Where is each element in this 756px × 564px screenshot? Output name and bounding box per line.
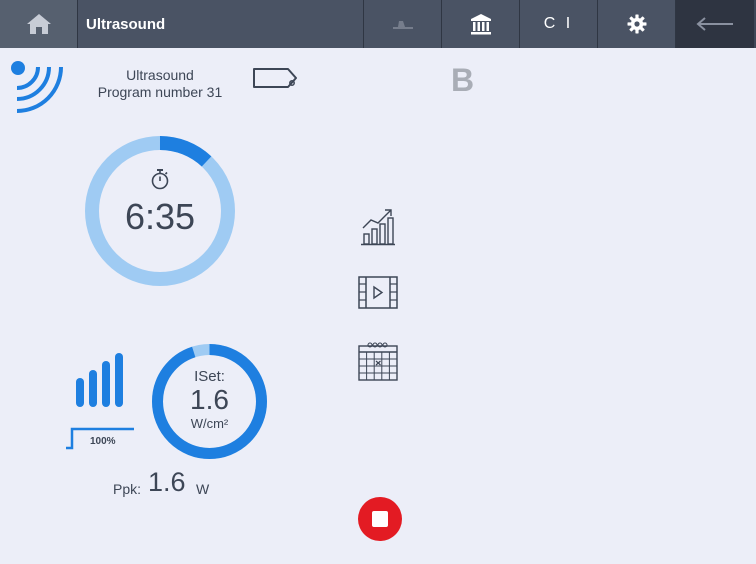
- intensity-value[interactable]: 1.6: [151, 384, 268, 416]
- page-title: Ultrasound: [78, 0, 363, 48]
- ci-button[interactable]: C I: [519, 0, 597, 48]
- stop-button[interactable]: [357, 496, 403, 542]
- applicator-button[interactable]: [363, 0, 441, 48]
- back-button[interactable]: [675, 0, 754, 48]
- timer-value[interactable]: 6:35: [85, 196, 235, 238]
- gear-icon: [627, 14, 646, 34]
- back-arrow-icon: [696, 17, 733, 31]
- stopwatch-icon: [151, 169, 169, 190]
- chart-icon[interactable]: [360, 206, 396, 246]
- stop-icon: [372, 511, 388, 527]
- home-button[interactable]: [0, 0, 78, 48]
- library-icon: [470, 14, 491, 35]
- calendar-icon[interactable]: [358, 342, 400, 382]
- program-number: Program number 31: [97, 84, 223, 100]
- applicator-icon: [392, 21, 413, 29]
- duty-cycle-value: 100%: [90, 436, 116, 447]
- peak-power-label: Ppk:: [113, 481, 142, 497]
- settings-button[interactable]: [597, 0, 675, 48]
- intensity-label: ISet:: [194, 368, 225, 385]
- library-button[interactable]: [441, 0, 519, 48]
- program-name: Ultrasound Program number 31: [80, 67, 240, 101]
- top-bar: Ultrasound C I: [0, 0, 756, 48]
- peak-power-unit: W: [196, 481, 210, 497]
- mode-indicator: B: [451, 62, 475, 98]
- ultrasound-waves-icon: [11, 61, 63, 113]
- program-type: Ultrasound: [126, 67, 194, 83]
- peak-power-value: 1.6: [148, 467, 186, 497]
- signal-level-icon[interactable]: [74, 352, 128, 408]
- home-icon: [26, 14, 51, 34]
- video-icon[interactable]: [358, 276, 398, 309]
- transducer-head-icon: [253, 68, 297, 88]
- intensity-unit: W/cm²: [190, 416, 229, 431]
